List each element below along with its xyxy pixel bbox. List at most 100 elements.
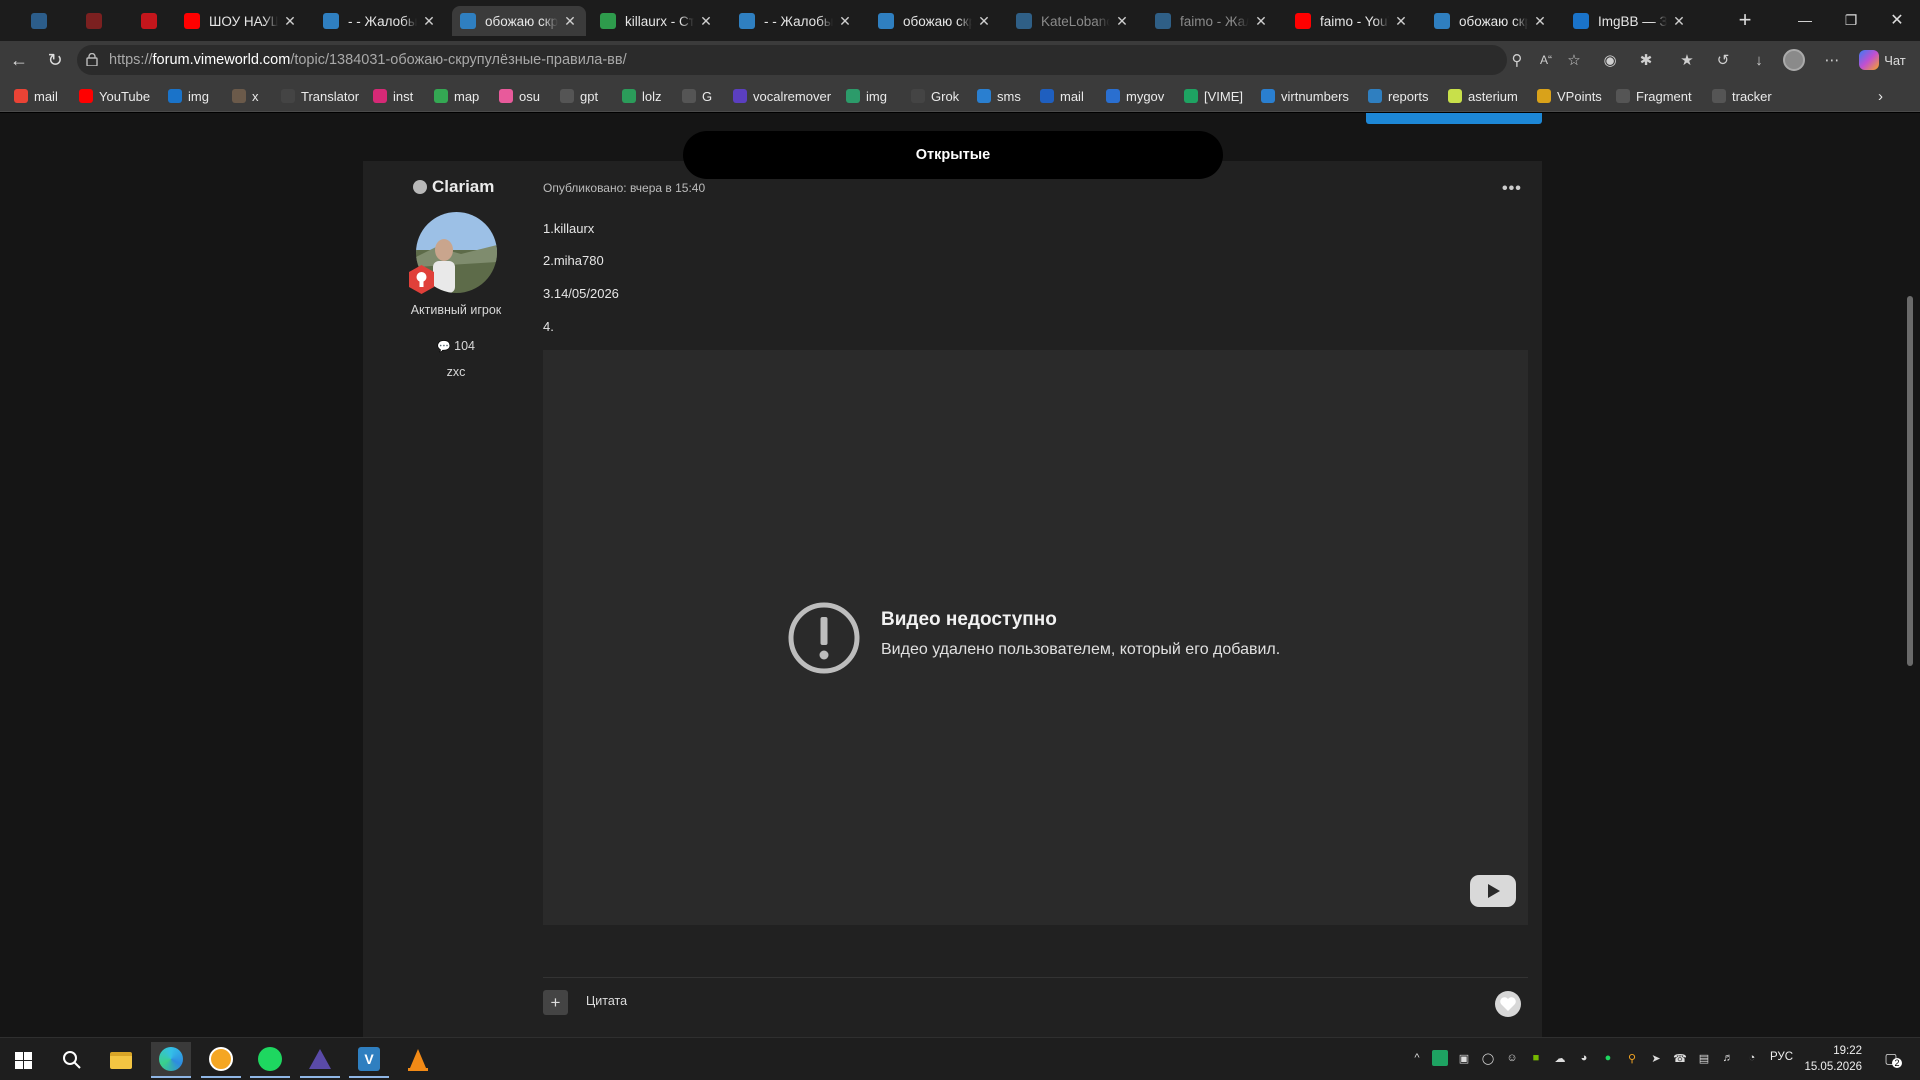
start-button[interactable] xyxy=(3,1042,43,1078)
taskbar-spotify[interactable] xyxy=(250,1042,290,1078)
tab-14[interactable]: ImgBB — Загру✕ xyxy=(1565,6,1695,36)
tab-3[interactable] xyxy=(133,6,178,36)
reaction-heart-button[interactable] xyxy=(1495,991,1521,1017)
tray-clock[interactable]: 19:22 15.05.2026 xyxy=(1802,1043,1862,1075)
tab-7[interactable]: killaurx - Стати✕ xyxy=(592,6,722,36)
tray-overflow-icon[interactable]: ^ xyxy=(1409,1050,1425,1066)
tab-5[interactable]: - - Жалобы на✕ xyxy=(315,6,445,36)
search-button[interactable] xyxy=(52,1042,92,1078)
tab-close-icon[interactable]: ✕ xyxy=(837,13,853,30)
bookmark-mygov[interactable]: mygov xyxy=(1106,86,1164,106)
bookmark-translator[interactable]: Translator xyxy=(281,86,359,106)
bookmark-reports[interactable]: reports xyxy=(1368,86,1428,106)
taskbar-edge[interactable] xyxy=(151,1042,191,1078)
tab-6[interactable]: обожаю скрул✕ xyxy=(452,6,586,36)
minimize-button[interactable]: — xyxy=(1782,0,1828,40)
bookmark-sms[interactable]: sms xyxy=(977,86,1021,106)
bookmark-mail[interactable]: mail xyxy=(1040,86,1084,106)
bookmark-img[interactable]: img xyxy=(846,86,887,106)
bookmark-lolz[interactable]: lolz xyxy=(622,86,662,106)
profile-avatar[interactable] xyxy=(1780,46,1808,74)
bookmark-tracker[interactable]: tracker xyxy=(1712,86,1772,106)
post-options-icon[interactable]: ••• xyxy=(1502,180,1522,198)
tab-close-icon[interactable]: ✕ xyxy=(1532,13,1548,30)
tray-steam-icon[interactable]: ◕ xyxy=(1576,1050,1592,1066)
tab-close-icon[interactable]: ✕ xyxy=(421,13,437,30)
tray-spotify-icon[interactable]: ● xyxy=(1600,1050,1616,1066)
tab-13[interactable]: обожаю скрул✕ xyxy=(1426,6,1556,36)
tab-close-icon[interactable]: ✕ xyxy=(282,13,298,30)
copilot-button[interactable]: Чат xyxy=(1855,46,1910,74)
tab-close-icon[interactable]: ✕ xyxy=(562,13,578,30)
restore-button[interactable]: ❐ xyxy=(1828,0,1874,40)
bookmark-mail[interactable]: mail xyxy=(14,86,58,106)
bookmark-osu[interactable]: osu xyxy=(499,86,540,106)
tab-2[interactable] xyxy=(78,6,123,36)
quote-button[interactable]: Цитата xyxy=(586,994,627,1008)
bookmark-vocalremover[interactable]: vocalremover xyxy=(733,86,831,106)
tab-close-icon[interactable]: ✕ xyxy=(1114,13,1130,30)
notifications-icon[interactable]: ▢ 2 xyxy=(1880,1048,1902,1068)
favorite-star-icon[interactable]: ☆ xyxy=(1560,46,1588,74)
close-window-button[interactable]: ✕ xyxy=(1874,0,1920,40)
tab-12[interactable]: faimo - YouTub✕ xyxy=(1287,6,1417,36)
tray-network-icon[interactable]: ▤ xyxy=(1696,1050,1712,1066)
tab-close-icon[interactable]: ✕ xyxy=(1671,13,1687,30)
bookmark-grok[interactable]: Grok xyxy=(911,86,959,106)
taskbar-vlc[interactable] xyxy=(398,1042,438,1078)
tab-4[interactable]: ШОУ НАУШНИ✕ xyxy=(176,6,306,36)
tab-8[interactable]: - - Жалобы на✕ xyxy=(731,6,861,36)
scrollbar-thumb[interactable] xyxy=(1907,296,1913,666)
tray-monitor-icon[interactable]: ◯ xyxy=(1480,1050,1496,1066)
tray-search-app-icon[interactable]: ⚲ xyxy=(1624,1050,1640,1066)
tab-10[interactable]: KateLobanova✕ xyxy=(1008,6,1138,36)
bookmark-fragment[interactable]: Fragment xyxy=(1616,86,1692,106)
history-icon[interactable]: ↺ xyxy=(1709,46,1737,74)
bookmark-g[interactable]: G xyxy=(682,86,712,106)
tab-close-icon[interactable]: ✕ xyxy=(976,13,992,30)
more-menu-icon[interactable]: ⋯ xyxy=(1818,46,1846,74)
filter-open-button[interactable]: Открытые xyxy=(683,131,1223,179)
tab-9[interactable]: обожаю скрул✕ xyxy=(870,6,1000,36)
favorites-icon[interactable]: ★ xyxy=(1673,46,1701,74)
tab-close-icon[interactable]: ✕ xyxy=(1393,13,1409,30)
extension-shield-icon[interactable]: ◉ xyxy=(1596,46,1624,74)
tray-battery-icon[interactable]: ◔ xyxy=(1744,1050,1760,1066)
bookmark-inst[interactable]: inst xyxy=(373,86,413,106)
taskbar-vimeworld[interactable]: V xyxy=(349,1042,389,1078)
taskbar-app-triangle[interactable] xyxy=(300,1042,340,1078)
bookmark-map[interactable]: map xyxy=(434,86,479,106)
bookmark-vpoints[interactable]: VPoints xyxy=(1537,86,1602,106)
tray-nvidia-icon[interactable]: ■ xyxy=(1528,1050,1544,1066)
bookmark-img[interactable]: img xyxy=(168,86,209,106)
taskbar-file-explorer[interactable] xyxy=(101,1042,141,1078)
tray-language[interactable]: РУС xyxy=(1770,1051,1793,1063)
tray-sheets-icon[interactable] xyxy=(1432,1050,1448,1066)
bookmark-youtube[interactable]: YouTube xyxy=(79,86,150,106)
taskbar-osu[interactable] xyxy=(201,1042,241,1078)
tray-telegram-icon[interactable]: ➤ xyxy=(1648,1050,1664,1066)
download-icon[interactable]: ↓ xyxy=(1745,46,1773,74)
embedded-video[interactable]: Видео недоступно Видео удалено пользоват… xyxy=(543,350,1528,925)
bookmark-x[interactable]: x xyxy=(232,86,259,106)
bookmarks-overflow-icon[interactable]: › xyxy=(1878,86,1883,106)
bookmark-asterium[interactable]: asterium xyxy=(1448,86,1518,106)
tray-app-icon[interactable]: ▣ xyxy=(1456,1050,1472,1066)
bookmark-gpt[interactable]: gpt xyxy=(560,86,598,106)
page-scrollbar[interactable] xyxy=(1904,113,1916,1037)
tray-discord-icon[interactable]: ☺ xyxy=(1504,1050,1520,1066)
tray-volume-icon[interactable]: ♬ xyxy=(1720,1050,1736,1066)
tray-cloud-icon[interactable]: ☁ xyxy=(1552,1050,1568,1066)
tab-1[interactable] xyxy=(23,6,68,36)
bookmark-virtnumbers[interactable]: virtnumbers xyxy=(1261,86,1349,106)
reload-button[interactable]: ↻ xyxy=(40,45,70,75)
tab-close-icon[interactable]: ✕ xyxy=(1253,13,1269,30)
bookmark-vime[interactable]: [VIME] xyxy=(1184,86,1243,106)
extensions-icon[interactable]: ✱ xyxy=(1632,46,1660,74)
tab-11[interactable]: faimo - Жалоб✕ xyxy=(1147,6,1277,36)
read-aloud-icon[interactable]: A“ xyxy=(1532,46,1560,74)
back-button[interactable]: ← xyxy=(4,45,34,75)
blue-action-button[interactable] xyxy=(1366,113,1542,124)
new-tab-button[interactable]: + xyxy=(1722,0,1768,40)
tab-close-icon[interactable]: ✕ xyxy=(698,13,714,30)
